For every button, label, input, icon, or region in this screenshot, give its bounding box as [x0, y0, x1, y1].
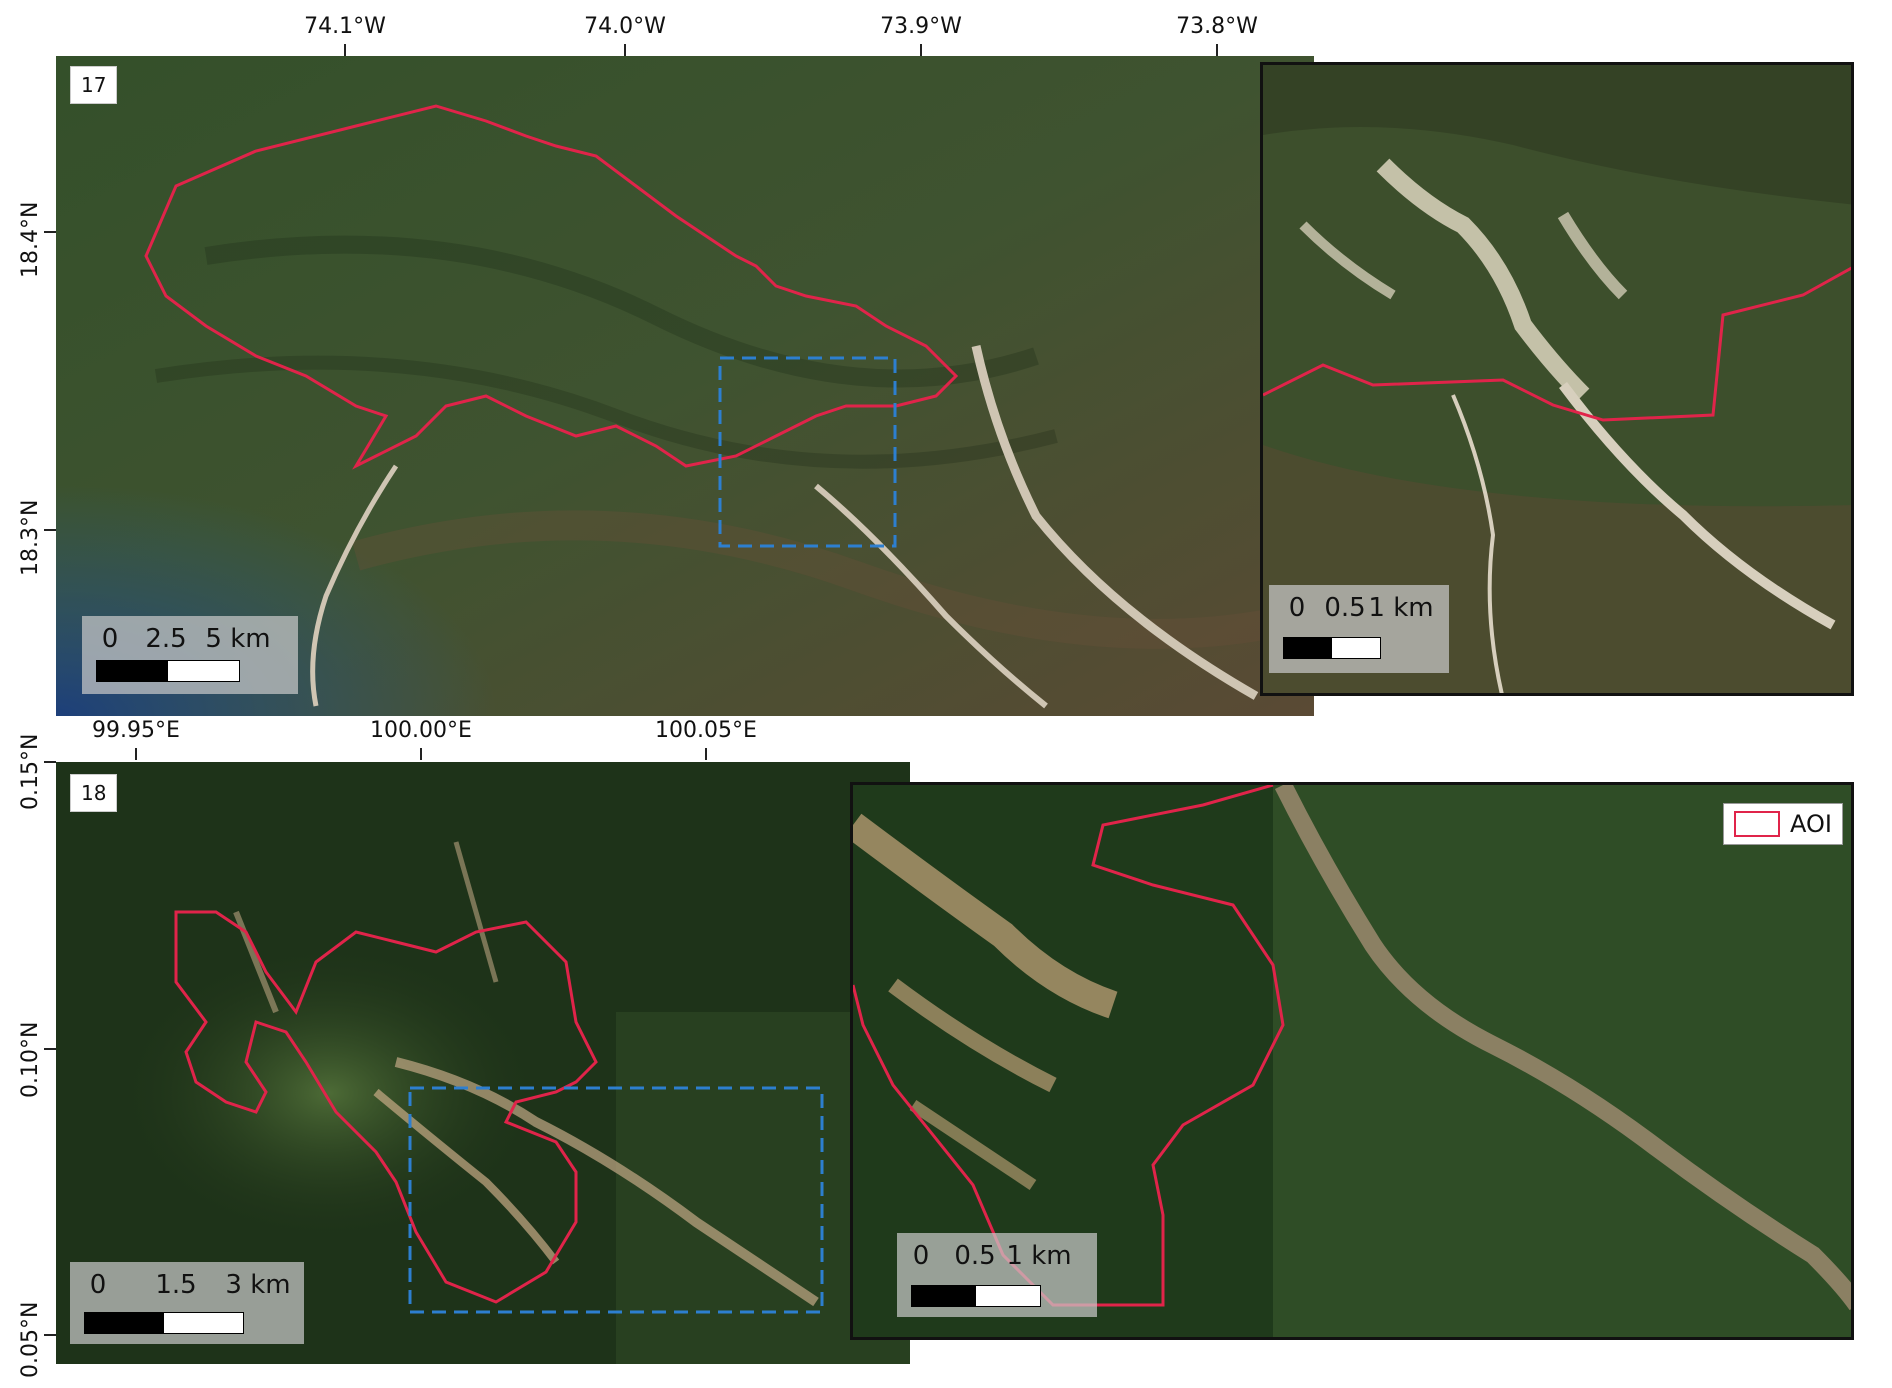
y-tickmark: [44, 761, 56, 763]
x-tickmark: [705, 748, 707, 760]
x-tickmark: [135, 748, 137, 760]
map-legend: AOI: [1723, 803, 1843, 845]
map-panel-18: 18 0 1.5 3 km: [56, 762, 910, 1364]
scale-17-2: 5 km: [205, 624, 271, 654]
x-tick-17-2: 74.0°W: [584, 14, 666, 39]
panel-label-18: 18: [70, 774, 118, 812]
x-tick-18-2: 100.00°E: [370, 718, 472, 743]
x-tick-18-1: 99.95°E: [92, 718, 180, 743]
x-tickmark: [420, 748, 422, 760]
scale-bar-graphic: [96, 660, 240, 682]
x-tickmark: [1216, 44, 1218, 56]
scale-i18-0: 0: [912, 1241, 930, 1271]
scalebar-18: 0 1.5 3 km: [70, 1262, 304, 1344]
y-tickmark: [44, 1048, 56, 1050]
scale-bar-graphic: [911, 1285, 1041, 1307]
map-panel-17: 17 0 2.5 5 km: [56, 56, 1314, 716]
x-tick-18-3: 100.05°E: [655, 718, 757, 743]
scale-i18-1: 0.5: [954, 1241, 996, 1271]
scale-i17-1: 0.5: [1324, 593, 1366, 623]
inset-panel-18: AOI 0 0.5 1 km: [850, 782, 1854, 1340]
y-tick-18-2: 0.10°N: [18, 1021, 43, 1098]
x-tick-17-4: 73.8°W: [1176, 14, 1258, 39]
scalebar-inset-18: 0 0.5 1 km: [897, 1233, 1097, 1317]
scale-17-0: 0: [101, 624, 119, 654]
x-tickmark: [920, 44, 922, 56]
x-tickmark: [624, 44, 626, 56]
scale-17-1: 2.5: [145, 624, 187, 654]
scale-bar-graphic: [1283, 637, 1381, 659]
y-tickmark: [44, 529, 56, 531]
scale-i17-0: 0: [1288, 593, 1306, 623]
y-tickmark: [44, 1334, 56, 1336]
panel-label-17: 17: [70, 66, 118, 104]
scale-i18-2: 1 km: [1006, 1241, 1072, 1271]
scalebar-17: 0 2.5 5 km: [82, 616, 298, 694]
x-tickmark: [344, 44, 346, 56]
inset-panel-17: 0 0.5 1 km: [1260, 62, 1854, 696]
scale-18-0: 0: [89, 1270, 107, 1300]
x-tick-17-3: 73.9°W: [880, 14, 962, 39]
scale-i17-2: 1 km: [1368, 593, 1434, 623]
aoi-legend-swatch: [1734, 811, 1780, 837]
y-tick-17-1: 18.4°N: [18, 201, 43, 278]
scalebar-inset-17: 0 0.5 1 km: [1269, 585, 1449, 673]
y-tick-17-2: 18.3°N: [18, 499, 43, 576]
y-tickmark: [44, 231, 56, 233]
y-tick-18-1: 0.15°N: [18, 733, 43, 810]
y-tick-18-3: 0.05°N: [18, 1301, 43, 1378]
x-tick-17-1: 74.1°W: [304, 14, 386, 39]
scale-18-1: 1.5: [155, 1270, 197, 1300]
scale-bar-graphic: [84, 1312, 244, 1334]
scale-18-2: 3 km: [225, 1270, 291, 1300]
legend-label-aoi: AOI: [1790, 810, 1832, 838]
